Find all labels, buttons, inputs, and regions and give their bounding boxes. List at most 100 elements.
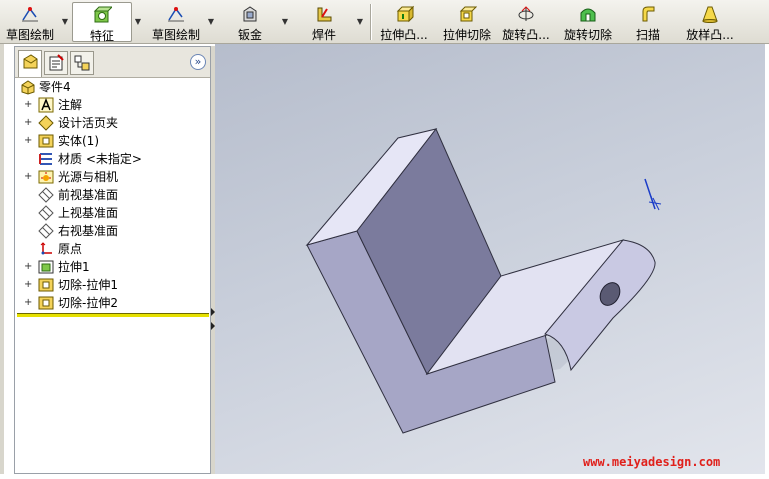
cut-feature-icon [38, 296, 54, 310]
sweep-button[interactable]: 扫描 [626, 2, 670, 42]
configurationmanager-tab[interactable] [70, 51, 94, 75]
tree-item-label: 设计活页夹 [58, 116, 119, 130]
tree-item-label: 注解 [58, 98, 83, 112]
material-icon [39, 153, 52, 165]
watermark-text: www.meiyadesign.com [583, 455, 721, 469]
extrude-feature-icon [38, 260, 54, 274]
solid-bodies-icon [38, 134, 54, 148]
tree-item-cut-extrude2[interactable]: + 切除-拉伸2 [15, 294, 205, 312]
sketch-dropdown-2[interactable]: ▼ [206, 2, 216, 42]
tree-item-lights-cameras[interactable]: + 光源与相机 [15, 168, 205, 186]
expand-toggle[interactable]: + [24, 280, 32, 290]
configurationmanager-tab-icon [74, 55, 90, 71]
tree-item-label: 前视基准面 [58, 188, 119, 202]
revolve-cut-button[interactable]: 旋转切除 [560, 2, 616, 42]
lights-cameras-icon [38, 170, 54, 184]
sketch-button-2[interactable]: 草图绘制 [146, 2, 206, 42]
sketch-icon [168, 7, 184, 22]
extrude-cut-button[interactable]: 拉伸切除 [439, 2, 495, 42]
extrude-boss-label: 拉伸凸... [380, 28, 428, 42]
weldment-dropdown[interactable]: ▼ [355, 2, 365, 42]
expand-toggle[interactable]: + [24, 172, 32, 182]
featuremanager-tab[interactable] [18, 50, 42, 77]
tree-item-label: 实体(1) [58, 134, 99, 148]
weldment-label: 焊件 [311, 28, 336, 42]
part-model [305, 128, 662, 434]
sheet-metal-icon [243, 6, 257, 22]
expand-toggle[interactable]: + [24, 100, 32, 110]
tree-item-label: 右视基准面 [58, 224, 119, 238]
part-icon [21, 80, 35, 95]
plane-icon [38, 205, 54, 221]
featuremanager-tab-icon [23, 54, 38, 69]
features-dropdown[interactable]: ▼ [133, 2, 143, 42]
expand-toggle[interactable]: + [24, 136, 32, 146]
tree-item-top-plane[interactable]: 上视基准面 [15, 204, 205, 222]
tree-item-label: 材质 <未指定> [58, 152, 142, 166]
expand-toggle[interactable]: + [24, 118, 32, 128]
loft-boss-label: 放样凸... [686, 28, 734, 42]
cut-feature-icon [38, 278, 54, 292]
features-button[interactable]: 特征 [72, 2, 132, 43]
graphics-viewport[interactable] [215, 44, 765, 474]
tree-item-label: 原点 [58, 242, 83, 256]
panel-tabs: » [15, 47, 210, 78]
propertymanager-tab-icon [49, 54, 64, 71]
expand-panel-button[interactable]: » [190, 54, 206, 70]
tree-item-cut-extrude1[interactable]: + 切除-拉伸1 [15, 276, 205, 294]
sweep-label: 扫描 [635, 28, 660, 42]
plane-icon [38, 187, 54, 203]
tree-item-label: 拉伸1 [58, 260, 90, 274]
toolbar-separator [370, 4, 372, 40]
weldment-button[interactable]: 焊件 [294, 2, 354, 42]
sketch-dropdown[interactable]: ▼ [60, 2, 70, 42]
extrude-cut-label: 拉伸切除 [442, 28, 491, 42]
design-binder-icon [38, 115, 54, 131]
tree-item-right-plane[interactable]: 右视基准面 [15, 222, 205, 240]
sketch-label-2: 草图绘制 [151, 28, 200, 42]
revolve-boss-label: 旋转凸... [502, 28, 550, 42]
sweep-icon [642, 6, 655, 22]
revolve-boss-icon [518, 6, 534, 21]
window-bottom-edge [0, 474, 769, 479]
revolve-cut-icon [580, 8, 596, 22]
tree-item-annotations[interactable]: + 注解 [15, 96, 205, 114]
sheet-metal-dropdown[interactable]: ▼ [280, 2, 290, 42]
loft-boss-icon [702, 6, 718, 23]
tree-item-design-binder[interactable]: + 设计活页夹 [15, 114, 205, 132]
plane-icon [38, 223, 54, 239]
tree-item-material[interactable]: 材质 <未指定> [15, 150, 205, 168]
extrude-cut-icon [459, 6, 477, 22]
loft-boss-button[interactable]: 放样凸... [680, 2, 740, 42]
sketch-button[interactable]: 草图绘制 [0, 2, 60, 42]
featuremanager-panel: » 零件4 + 注解 + 设计活页夹 + 实体(1) 材质 <未指定> + 光源… [14, 46, 211, 474]
tree-item-solid-bodies[interactable]: + 实体(1) [15, 132, 205, 150]
origin-icon [40, 242, 52, 255]
tree-item-label: 光源与相机 [58, 170, 119, 184]
tree-item-extrude1[interactable]: + 拉伸1 [15, 258, 205, 276]
sketch-icon [22, 7, 38, 22]
tree-item-part[interactable]: 零件4 [15, 78, 205, 96]
tree-item-origin[interactable]: 原点 [15, 240, 205, 258]
annotations-icon [38, 97, 54, 113]
weldment-icon [317, 7, 332, 22]
tree-item-label: 切除-拉伸2 [58, 296, 118, 310]
tree-item-front-plane[interactable]: 前视基准面 [15, 186, 205, 204]
features-icon [93, 6, 112, 23]
sheet-metal-button[interactable]: 钣金 [222, 2, 278, 42]
revolve-boss-button[interactable]: 旋转凸... [497, 2, 555, 42]
expand-toggle[interactable]: + [24, 298, 32, 308]
tree-item-label: 切除-拉伸1 [58, 278, 118, 292]
features-label: 特征 [89, 29, 114, 43]
sheet-metal-label: 钣金 [237, 28, 262, 42]
revolve-cut-label: 旋转切除 [563, 28, 612, 42]
extrude-boss-button[interactable]: 拉伸凸... [375, 2, 433, 42]
sketch-label: 草图绘制 [5, 28, 54, 42]
rollback-bar[interactable] [17, 313, 209, 317]
expand-toggle[interactable]: + [24, 262, 32, 272]
triad-icon [644, 178, 662, 211]
propertymanager-tab[interactable] [44, 51, 68, 75]
window-left-edge [0, 44, 4, 479]
command-manager-toolbar: 草图绘制 ▼ 特征 ▼ 草图绘制 ▼ 钣金 ▼ 焊件 ▼ 拉伸凸... 拉伸切除… [0, 0, 769, 44]
window-right-edge [765, 44, 769, 479]
